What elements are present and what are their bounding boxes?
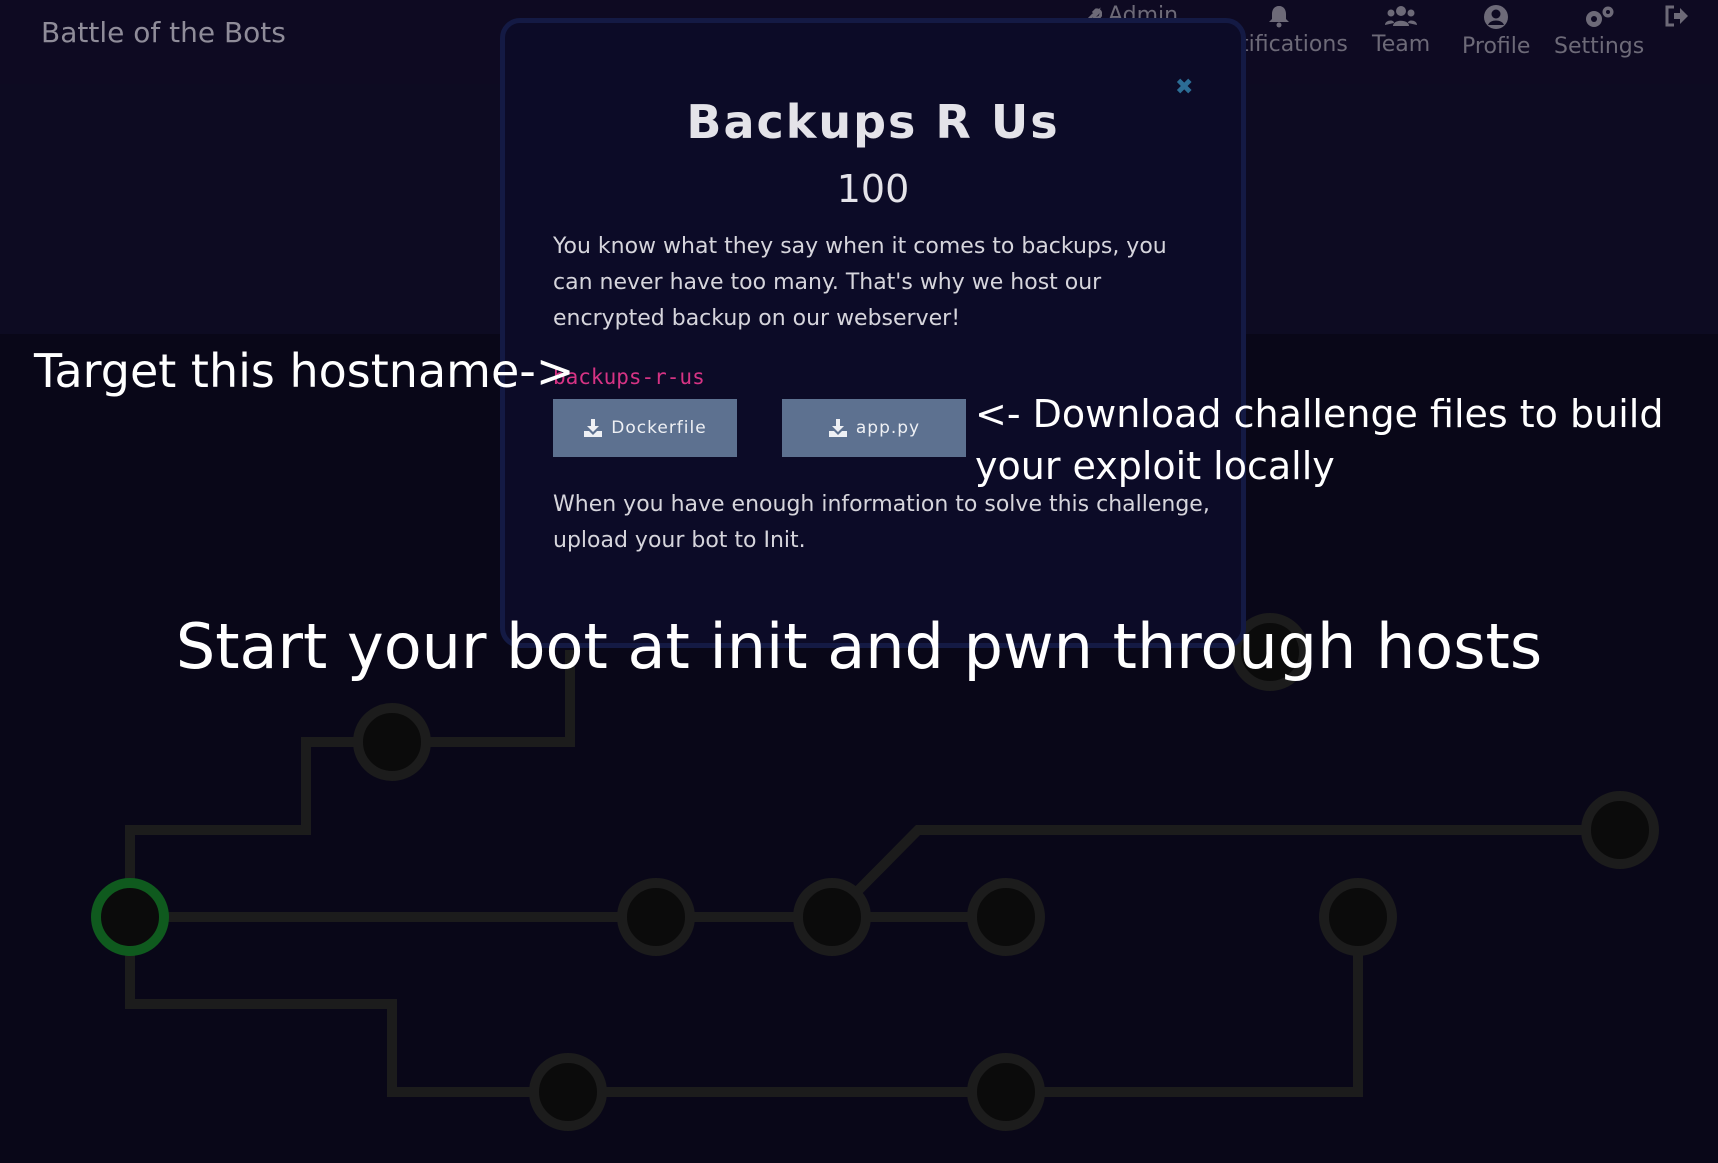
challenge-points: 100	[836, 167, 910, 211]
graph-link	[125, 917, 568, 1097]
challenge-hostname: backups-r-us	[553, 365, 705, 389]
download-hint: <- Download challenge files to build you…	[975, 392, 1664, 488]
download-app-py-label: app.py	[855, 418, 921, 438]
download-dockerfile-button[interactable]: Dockerfile	[553, 399, 737, 457]
graph-link	[125, 737, 392, 917]
page: Battle of the Bots Admin tifications Tea…	[0, 0, 1718, 1163]
download-app-py-button[interactable]: app.py	[782, 399, 966, 457]
host-node	[529, 1053, 607, 1131]
host-node	[617, 878, 695, 956]
graph-link	[828, 825, 1620, 921]
host-node	[1581, 791, 1659, 869]
download-icon	[584, 419, 603, 437]
host-node	[1319, 878, 1397, 956]
host-node	[967, 878, 1045, 956]
start-hint: Start your bot at init and pwn through h…	[175, 610, 1543, 683]
challenge-modal: ✖ Backups R Us 100 You know what they sa…	[500, 18, 1246, 648]
graph-link	[568, 917, 1363, 1097]
host-node	[353, 703, 431, 781]
host-node	[793, 878, 871, 956]
init-node	[91, 878, 169, 956]
download-icon	[828, 419, 847, 437]
hostname-hint: Target this hostname->	[34, 344, 575, 398]
download-dockerfile-label: Dockerfile	[611, 418, 707, 438]
host-node	[967, 1053, 1045, 1131]
challenge-title: Backups R Us	[686, 95, 1060, 149]
challenge-footer: When you have enough information to solv…	[553, 492, 1210, 553]
challenge-description: You know what they say when it comes to …	[553, 234, 1167, 331]
